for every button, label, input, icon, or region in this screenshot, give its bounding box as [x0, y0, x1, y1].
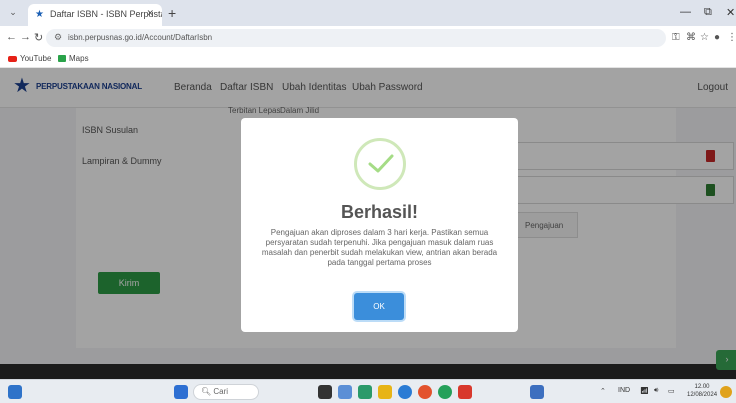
modal-message: Pengajuan akan diproses dalam 3 hari ker… [261, 228, 498, 267]
star-favicon-icon: ★ [35, 9, 44, 20]
taskbar-clock[interactable]: 12.00 12/08/2024 [687, 383, 717, 399]
menu-icon[interactable]: ⋮ [727, 32, 736, 43]
profile-icon[interactable]: ● [714, 32, 720, 43]
bookmark-star-icon[interactable]: ☆ [700, 32, 709, 43]
volume-icon[interactable]: 🔊︎ [654, 387, 658, 395]
address-url: isbn.perpusnas.go.id/Account/DaftarIsbn [68, 33, 213, 42]
search-icon: 🔍︎ [201, 387, 214, 396]
app-icon-4[interactable] [530, 385, 544, 399]
success-modal: Berhasil! Pengajuan akan diproses dalam … [241, 118, 518, 332]
maps-icon [58, 55, 66, 63]
modal-title: Berhasil! [340, 202, 419, 222]
task-view-icon[interactable] [318, 385, 332, 399]
file-explorer-icon[interactable] [378, 385, 392, 399]
search-placeholder: Cari [213, 387, 229, 396]
bookmarks-bar: YouTube Maps [0, 50, 736, 68]
close-window-icon[interactable]: ✕ [726, 6, 735, 19]
taskbar-search[interactable]: 🔍︎ Cari [193, 384, 259, 400]
app-icon-1[interactable] [338, 385, 352, 399]
tab-search-button[interactable]: ⌄ [6, 7, 20, 19]
password-key-icon[interactable]: ⚿ [672, 32, 680, 43]
maximize-icon[interactable]: ⧉ [704, 6, 712, 19]
translate-icon[interactable]: ⌘ [686, 32, 696, 43]
notification-icon[interactable] [720, 386, 732, 398]
language-indicator[interactable]: IND [618, 387, 630, 394]
bookmark-label: YouTube [20, 54, 52, 63]
battery-icon[interactable]: ▭ [668, 387, 675, 395]
reload-icon[interactable]: ↻ [34, 31, 43, 44]
address-bar[interactable]: ⚙ isbn.perpusnas.go.id/Account/DaftarIsb… [46, 29, 666, 47]
browser-tab-strip: ⌄ ★ Daftar ISBN - ISBN Perpustakaan ✕ + … [0, 0, 736, 26]
tray-chevron-icon[interactable]: ⌃ [600, 387, 606, 395]
wifi-icon[interactable]: 📶︎ [640, 387, 649, 395]
windows-taskbar: 🔍︎ Cari ⌃ IND 📶︎ 🔊︎ ▭ 12.00 12/08/2024 [0, 379, 736, 403]
forward-icon[interactable]: → [20, 31, 31, 43]
app-icon-3[interactable] [458, 385, 472, 399]
youtube-icon [8, 55, 17, 62]
clock-time: 12.00 [694, 384, 710, 390]
clock-date: 12/08/2024 [687, 392, 718, 398]
widgets-icon[interactable] [8, 385, 22, 399]
tab-title: Daftar ISBN - ISBN Perpustakaan [50, 9, 162, 19]
close-tab-icon[interactable]: ✕ [146, 8, 154, 19]
app-icon-2[interactable] [358, 385, 372, 399]
chrome-icon[interactable] [418, 385, 432, 399]
start-icon[interactable] [174, 385, 188, 399]
minimize-icon[interactable]: — [680, 6, 691, 18]
ok-button[interactable]: OK [354, 293, 404, 320]
bookmark-youtube[interactable]: YouTube [8, 54, 51, 63]
new-tab-button[interactable]: + [168, 5, 176, 21]
browser-tab[interactable]: ★ Daftar ISBN - ISBN Perpustakaan ✕ [28, 4, 162, 26]
bookmark-maps[interactable]: Maps [58, 54, 89, 63]
browser-toolbar: ← → ↻ ⚙ isbn.perpusnas.go.id/Account/Daf… [0, 26, 736, 50]
back-icon[interactable]: ← [6, 31, 17, 43]
bookmark-label: Maps [69, 54, 89, 63]
success-check-icon [354, 138, 406, 190]
whatsapp-icon[interactable] [438, 385, 452, 399]
site-info-icon[interactable]: ⚙ [54, 32, 62, 43]
edge-icon[interactable] [398, 385, 412, 399]
